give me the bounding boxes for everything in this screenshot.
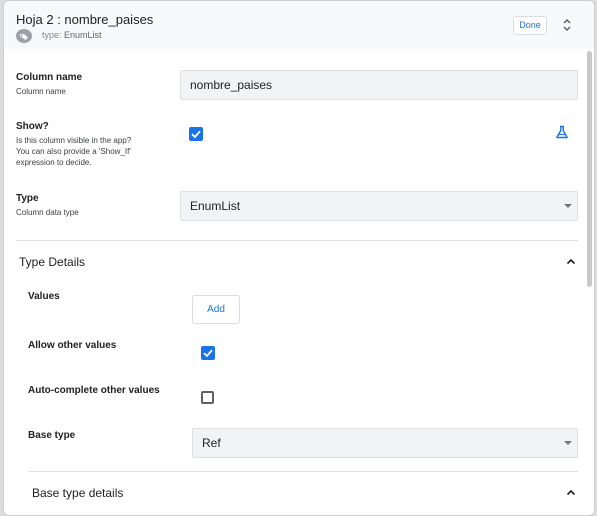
type-value: EnumList <box>64 30 102 40</box>
column-name-label: Column name <box>16 72 83 83</box>
show-label: Show? <box>16 121 49 132</box>
show-description-line1: Is this column visible in the app? <box>16 136 132 145</box>
check-icon <box>191 130 201 139</box>
type-description: Column data type <box>16 208 79 217</box>
column-name-description: Column name <box>16 87 66 96</box>
unfold-icon[interactable] <box>560 17 574 33</box>
section-divider <box>16 240 578 241</box>
allow-other-values-checkbox[interactable] <box>201 346 215 360</box>
chevron-up-icon[interactable] <box>566 489 576 496</box>
base-type-select[interactable]: Ref <box>192 428 578 458</box>
chevron-up-icon[interactable] <box>566 258 576 265</box>
base-type-label: Base type <box>28 430 76 441</box>
show-description-line2: You can also provide a 'Show_If' <box>16 147 131 156</box>
scrollbar[interactable] <box>587 51 592 287</box>
tag-icon <box>16 29 32 43</box>
type-select[interactable]: EnumList <box>180 191 578 221</box>
type-details-title[interactable]: Type Details <box>19 255 85 269</box>
show-checkbox[interactable] <box>189 127 203 141</box>
check-icon <box>203 349 213 358</box>
column-name-input[interactable]: nombre_paises <box>180 70 578 100</box>
show-description-line3: expression to decide. <box>16 158 92 167</box>
type-dropdown-arrow-icon <box>564 204 572 208</box>
flask-icon[interactable] <box>555 125 569 139</box>
add-value-button[interactable]: Add <box>192 295 240 324</box>
base-type-details-title[interactable]: Base type details <box>32 486 123 500</box>
base-type-dropdown-arrow-icon <box>564 441 572 445</box>
panel-title: Hoja 2 : nombre_paises <box>16 12 154 27</box>
column-type-subtitle: type: EnumList <box>42 30 102 40</box>
section-divider <box>28 471 578 472</box>
column-editor-panel: Hoja 2 : nombre_paises type: EnumList Do… <box>3 0 595 516</box>
done-button[interactable]: Done <box>513 16 547 35</box>
type-prefix: type: <box>42 30 62 40</box>
panel-header: Hoja 2 : nombre_paises type: EnumList Do… <box>4 1 594 49</box>
type-label: Type <box>16 193 39 204</box>
autocomplete-label: Auto-complete other values <box>28 385 160 396</box>
values-label: Values <box>28 291 60 302</box>
allow-other-values-label: Allow other values <box>28 340 117 351</box>
autocomplete-checkbox[interactable] <box>201 391 214 404</box>
